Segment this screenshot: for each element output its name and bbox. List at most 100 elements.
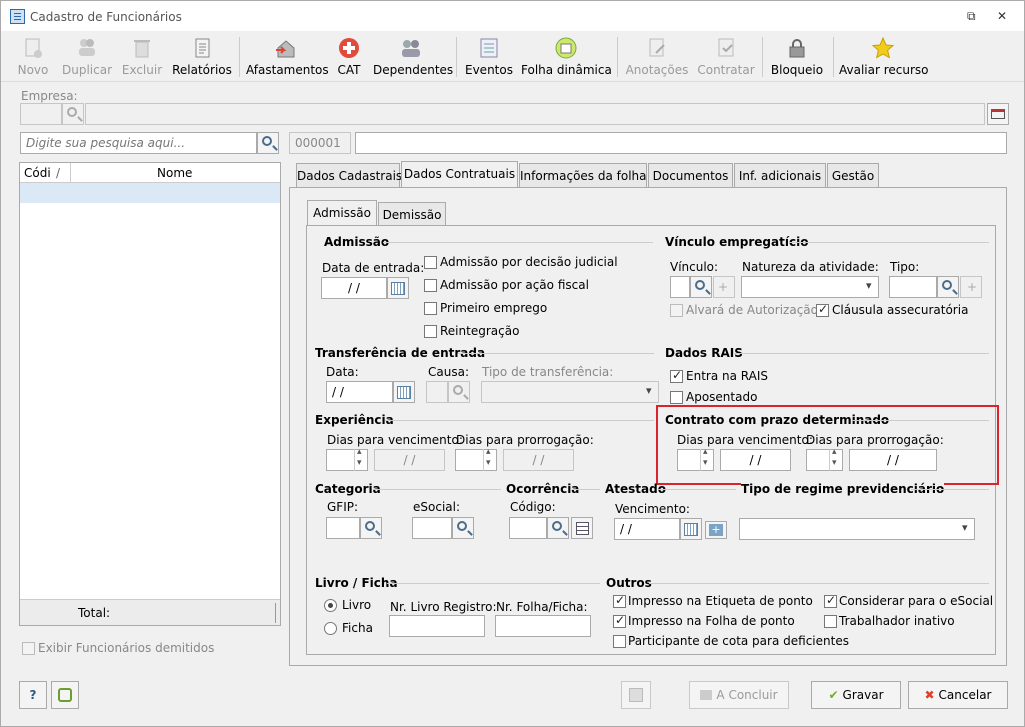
considerar-esocial-checkbox[interactable] [824, 593, 837, 608]
folha-ponto-checkbox[interactable] [613, 613, 626, 628]
section-line [572, 489, 600, 490]
afastamentos-button[interactable]: Afastamentos [246, 32, 329, 80]
cancelar-button[interactable]: ✖ Cancelar [908, 681, 1008, 709]
tab-dados-contratuais[interactable]: Dados Contratuais [401, 161, 518, 188]
primeiro-emprego-label: Primeiro emprego [440, 301, 548, 315]
help-button[interactable]: ? [19, 681, 47, 709]
subtab-admissao[interactable]: Admissão [307, 200, 377, 226]
empresa-code-field[interactable] [20, 103, 62, 125]
decisao-judicial-checkbox[interactable] [424, 256, 437, 269]
tipo-add-button[interactable]: + [960, 276, 982, 298]
vinculo-field[interactable] [670, 276, 690, 298]
dependentes-button[interactable]: Dependentes [373, 32, 453, 80]
folha-ponto-label: Impresso na Folha de ponto [628, 614, 795, 628]
duplicar-button[interactable]: Duplicar [59, 32, 115, 80]
restore-button[interactable]: ⧉ [967, 9, 976, 24]
subtab-demissao[interactable]: Demissão [378, 202, 446, 226]
chevron-down-icon[interactable] [642, 382, 658, 402]
regime-select[interactable] [739, 518, 975, 540]
cat-button[interactable]: CAT [334, 32, 364, 80]
esocial-field[interactable] [412, 517, 452, 539]
entra-rais-checkbox[interactable] [670, 368, 683, 383]
show-dismissed-checkbox[interactable] [22, 642, 35, 655]
tab-inf-adicionais[interactable]: Inf. adicionais [734, 163, 826, 188]
relatorios-button[interactable]: Relatórios [171, 32, 233, 80]
employee-code-field[interactable]: 000001 [289, 132, 351, 154]
column-code[interactable]: Códi [24, 166, 51, 180]
avaliar-recurso-button[interactable]: Avaliar recurso [839, 32, 929, 80]
etiqueta-ponto-checkbox[interactable] [613, 593, 626, 608]
primeiro-emprego-checkbox[interactable] [424, 302, 437, 315]
copy-button[interactable] [621, 681, 651, 709]
folha-dinamica-button[interactable]: Folha dinâmica [521, 32, 612, 80]
nr-livro-field[interactable] [389, 615, 485, 637]
gfip-field[interactable] [326, 517, 360, 539]
stepper-arrows-icon[interactable] [354, 447, 367, 471]
trabalhador-inativo-checkbox[interactable] [824, 615, 837, 628]
ocorrencia-list-button[interactable] [571, 517, 593, 539]
anotacoes-button[interactable]: Anotações [625, 32, 689, 80]
chevron-down-icon[interactable] [862, 277, 878, 297]
column-name[interactable]: Nome [157, 166, 192, 180]
data-entrada-calendar-button[interactable] [387, 277, 409, 299]
calendar-refresh-icon [555, 37, 577, 59]
gravar-button[interactable]: ✔ Gravar [811, 681, 901, 709]
empresa-name-field[interactable] [85, 103, 985, 125]
natureza-select[interactable] [741, 276, 879, 298]
nr-folha-field[interactable] [495, 615, 591, 637]
atestado-add-button[interactable]: + [705, 521, 727, 539]
add-icon: + [709, 524, 723, 536]
transf-calendar-button[interactable] [393, 381, 415, 403]
bloqueio-button[interactable]: Bloqueio [769, 32, 825, 80]
refresh-button[interactable] [51, 681, 79, 709]
employee-list: Códi / Nome Total: [19, 162, 281, 626]
section-line [383, 242, 653, 243]
tab-dados-cadastrais[interactable]: Dados Cadastrais [296, 163, 402, 188]
tab-documentos[interactable]: Documentos [648, 163, 733, 188]
close-button[interactable]: ✕ [997, 9, 1007, 23]
gfip-search-button[interactable] [360, 517, 382, 539]
livro-radio[interactable] [324, 599, 337, 612]
total-label: Total: [78, 606, 111, 620]
search-input[interactable]: Digite sua pesquisa aqui... [20, 132, 257, 154]
tipo-search-button[interactable] [937, 276, 959, 298]
transf-data-field[interactable]: / / [326, 381, 393, 403]
employee-name-field[interactable] [355, 132, 1007, 154]
tab-informacoes-folha[interactable]: Informações da folha [519, 163, 647, 188]
chevron-down-icon[interactable] [958, 519, 974, 539]
causa-field[interactable] [426, 381, 448, 403]
clausula-checkbox[interactable] [816, 302, 829, 317]
vinculo-add-button[interactable]: + [713, 276, 735, 298]
tipo-transf-select[interactable] [481, 381, 659, 403]
data-entrada-field[interactable]: / / [321, 277, 387, 299]
causa-search-button[interactable] [448, 381, 470, 403]
vinculo-search-button[interactable] [690, 276, 712, 298]
cota-deficientes-label: Participante de cota para deficientes [628, 634, 849, 648]
excluir-button[interactable]: Excluir [120, 32, 164, 80]
reintegracao-checkbox[interactable] [424, 325, 437, 338]
considerar-esocial-label: Considerar para o eSocial [839, 594, 994, 608]
ocorrencia-codigo-field[interactable] [509, 517, 547, 539]
ocorrencia-search-button[interactable] [547, 517, 569, 539]
empresa-table-button[interactable] [987, 103, 1009, 125]
atestado-calendar-button[interactable] [680, 518, 702, 540]
aposentado-checkbox[interactable] [670, 391, 683, 404]
atestado-venc-field[interactable]: / / [614, 518, 680, 540]
acao-fiscal-checkbox[interactable] [424, 279, 437, 292]
ficha-radio[interactable] [324, 622, 337, 635]
novo-button[interactable]: Novo [13, 32, 53, 80]
contratar-button[interactable]: Contratar [697, 32, 755, 80]
tipo-field[interactable] [889, 276, 937, 298]
esocial-search-button[interactable] [452, 517, 474, 539]
alvara-checkbox[interactable] [670, 304, 683, 317]
cota-deficientes-checkbox[interactable] [613, 635, 626, 648]
search-button[interactable] [257, 132, 279, 154]
eventos-button[interactable]: Eventos [464, 32, 514, 80]
concluir-button[interactable]: A Concluir [689, 681, 789, 709]
close-icon: ✖ [924, 688, 935, 702]
stepper-arrows-icon[interactable] [483, 447, 496, 471]
table-row[interactable] [20, 183, 280, 203]
empresa-search-button[interactable] [62, 103, 84, 125]
tab-gestao[interactable]: Gestão [827, 163, 879, 188]
star-icon [871, 36, 895, 59]
